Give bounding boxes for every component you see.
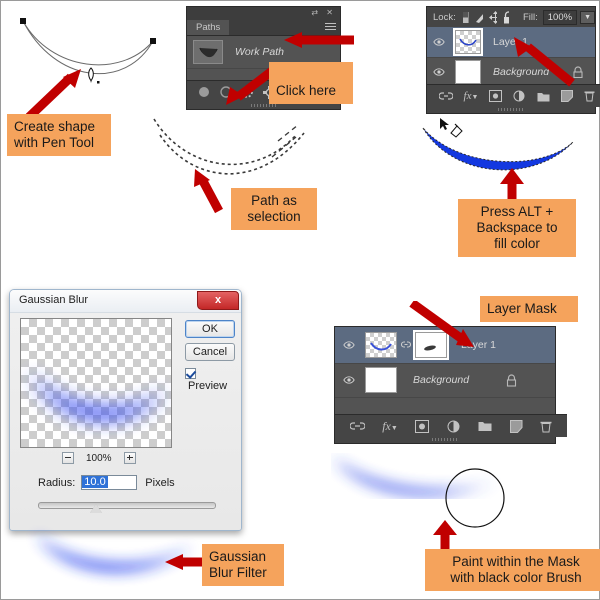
lock-all-icon[interactable] — [503, 10, 509, 24]
gaussian-blur-title: Gaussian Blur — [19, 294, 89, 306]
fill-path-icon[interactable] — [198, 86, 210, 98]
layers-panel-bottom-footer[interactable]: fx▼ — [335, 414, 567, 437]
arrow-to-layer-mask — [409, 301, 474, 347]
blur-preview[interactable] — [20, 318, 172, 448]
link-layers-icon[interactable] — [438, 91, 453, 101]
callout-click-here: Click here — [269, 62, 353, 104]
radius-slider-track[interactable] — [38, 502, 216, 509]
gaussian-blur-titlebar[interactable]: Gaussian Blur x — [10, 290, 241, 313]
filled-blue-shape — [422, 127, 574, 171]
layers-panel-top-grip[interactable] — [427, 107, 595, 113]
eye-icon[interactable] — [343, 374, 355, 386]
new-group-icon[interactable] — [537, 91, 550, 102]
layer1-thumbnail[interactable] — [453, 28, 483, 56]
lock-transparent-pixels-icon[interactable] — [462, 11, 470, 23]
delete-layer-icon[interactable] — [584, 90, 595, 102]
callout-create-shape: Create shape with Pen Tool — [7, 114, 111, 156]
paths-panel-titlebar[interactable]: ⇄ ✕ — [187, 7, 340, 20]
callout-layer-mask: Layer Mask — [480, 296, 578, 322]
callout-gaussian-blur-filter: Gaussian Blur Filter — [202, 544, 284, 586]
callout-paint-within-mask: Paint within the Mask with black color B… — [425, 549, 600, 591]
adjustment-layer-icon[interactable] — [447, 420, 461, 433]
background-name: Background — [413, 374, 470, 386]
callout-path-as-selection: Path as selection — [231, 188, 317, 230]
gaussian-blur-dialog[interactable]: Gaussian Blur x OK Cancel Preview 100% R… — [9, 289, 242, 531]
fill-value[interactable]: 100% — [542, 9, 578, 25]
paths-panel-titlebar-icons[interactable]: ⇄ ✕ — [311, 8, 336, 17]
background-thumbnail[interactable] — [365, 367, 397, 393]
callout-click-here-text: Click here — [276, 83, 337, 98]
zoom-in-icon[interactable] — [123, 452, 136, 464]
layers-panel-bottom-grip[interactable] — [335, 437, 555, 443]
layer1-thumbnail[interactable] — [365, 332, 397, 358]
radius-value[interactable]: 10.0 — [82, 476, 108, 488]
zoom-out-icon[interactable] — [62, 452, 74, 464]
add-layer-mask-icon[interactable] — [415, 419, 430, 433]
cancel-button[interactable]: Cancel — [185, 343, 235, 361]
layers-panel-bottom-row-background[interactable]: Background — [335, 363, 555, 398]
link-layers-icon[interactable] — [349, 421, 365, 431]
work-path-thumbnail — [193, 40, 223, 64]
radius-slider-thumb[interactable] — [90, 504, 102, 513]
eye-icon[interactable] — [433, 36, 445, 48]
layers-panel-top-lockrow[interactable]: Lock: Fill: 100% ▼ — [427, 7, 595, 27]
preview-label: Preview — [188, 380, 228, 392]
preview-checkbox-row[interactable]: Preview — [185, 368, 241, 392]
paint-bucket-cursor-icon — [440, 118, 463, 138]
lock-all-icon — [506, 373, 517, 387]
lock-image-pixels-icon[interactable] — [475, 11, 483, 23]
add-layer-mask-icon[interactable] — [489, 90, 503, 102]
radius-units: Pixels — [145, 476, 175, 489]
layer-style-fx-icon[interactable]: fx▼ — [464, 90, 479, 102]
radius-label: Radius: — [38, 476, 76, 489]
radius-input[interactable]: 10.0 — [81, 475, 138, 490]
fill-label: Fill: — [522, 11, 538, 23]
background-thumbnail[interactable] — [455, 60, 481, 84]
zoom-controls[interactable]: 100% — [62, 452, 136, 464]
radius-slider[interactable] — [38, 502, 216, 513]
tab-paths[interactable]: Paths — [187, 20, 230, 35]
arrow-to-work-path — [284, 32, 354, 48]
lock-position-icon[interactable] — [488, 10, 497, 24]
ok-button[interactable]: OK — [185, 320, 235, 338]
layer-style-fx-icon[interactable]: fx▼ — [382, 419, 398, 434]
preview-checkbox[interactable] — [185, 368, 196, 379]
adjustment-layer-icon[interactable] — [513, 90, 526, 102]
fill-dropdown-icon[interactable]: ▼ — [580, 10, 595, 24]
eye-icon[interactable] — [433, 66, 445, 78]
callout-press-alt: Press ALT + Backspace to fill color — [458, 199, 576, 257]
arrow-to-layer1 — [514, 37, 575, 87]
delete-layer-icon[interactable] — [540, 420, 552, 433]
eye-icon[interactable] — [343, 339, 355, 351]
zoom-level: 100% — [86, 452, 112, 464]
new-layer-icon[interactable] — [509, 419, 523, 433]
lock-label: Lock: — [433, 11, 456, 23]
new-group-icon[interactable] — [478, 420, 492, 432]
close-icon[interactable]: x — [197, 291, 239, 310]
new-layer-icon[interactable] — [561, 90, 574, 102]
radius-row[interactable]: Radius: 10.0 Pixels — [38, 475, 175, 490]
